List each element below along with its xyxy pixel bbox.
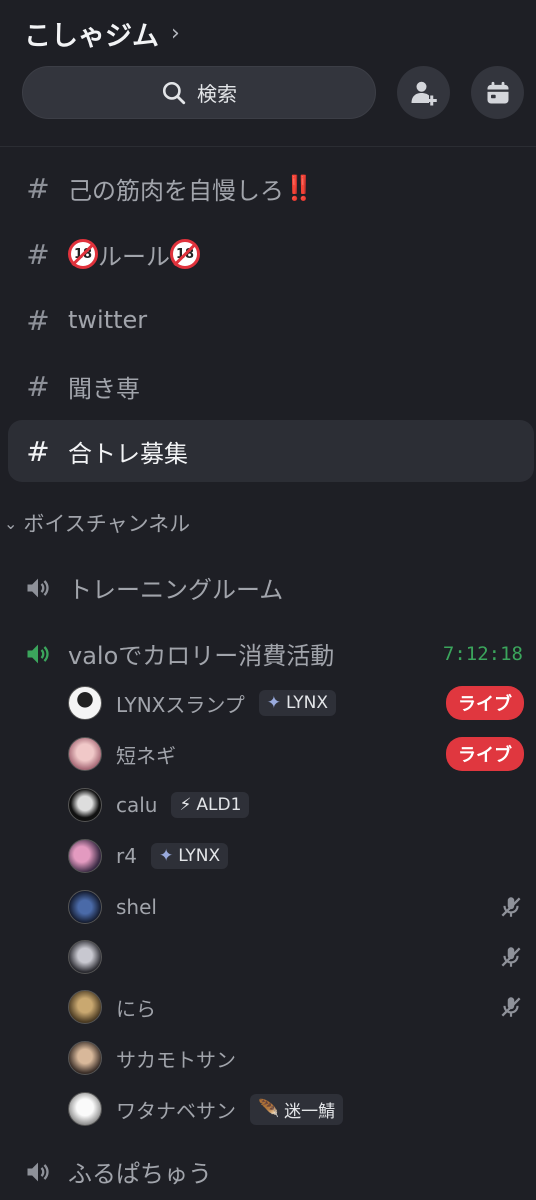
speaker-active-icon [27,644,49,663]
channel-listen-only[interactable]: # 聞き専 [8,355,536,417]
feather-icon: 🪶 [258,1099,280,1119]
server-name: こしゃジム [24,21,159,52]
channel-twitter[interactable]: # twitter [8,289,536,351]
channel-name: ルール [98,242,170,271]
channel-name: twitter [68,306,148,334]
channel-muscle-brag[interactable]: # 己の筋肉を自慢しろ ‼️ [8,157,536,219]
voice-channel-name: valoでカロリー消費活動 [68,642,335,670]
invite-members-button[interactable] [397,66,450,119]
chevron-right-icon: › [171,21,180,46]
avatar [68,940,102,974]
voice-member[interactable]: LYNXスランプ ✦ LYNX ライブ [68,683,526,723]
diamond-icon: ✦ [158,846,174,866]
member-name: shel [116,895,157,919]
muted-mic-icon [501,897,521,917]
voice-member[interactable]: サカモトサン [68,1038,526,1078]
avatar [68,839,102,873]
voice-member[interactable] [68,937,526,977]
channel-name: 聞き専 [68,374,140,403]
category-voice-channels[interactable]: ⌄ ボイスチャンネル [4,508,190,538]
chevron-down-icon: ⌄ [4,513,18,533]
header-divider [0,146,536,147]
server-header[interactable]: こしゃジム › [24,14,180,53]
hash-icon: # [26,237,50,271]
hash-icon: # [26,369,50,403]
search-button[interactable]: 検索 [22,66,376,119]
hash-icon: # [26,434,50,468]
voice-member[interactable]: r4 ✦ LYNX [68,836,526,876]
muted-mic-icon [501,997,521,1017]
voice-member[interactable]: calu ⚡ ALD1 [68,785,526,825]
hash-icon: # [26,171,50,205]
clan-tag: 🪶 迷一鯖 [250,1093,344,1125]
category-label: ボイスチャンネル [23,512,191,536]
member-name: r4 [116,844,137,868]
member-name: にら [116,996,156,1021]
voice-channel-training-room[interactable]: トレーニングルーム [24,570,524,605]
avatar [68,1041,102,1075]
member-name: ワタナベサン [116,1098,236,1123]
avatar [68,737,102,771]
speaker-icon [27,578,49,597]
member-name: 短ネギ [116,743,176,768]
voice-member[interactable]: shel [68,887,526,927]
voice-channel-name: トレーニングルーム [68,576,284,604]
member-name: LYNXスランプ [116,692,245,717]
double-exclamation-icon: ‼️ [284,174,314,202]
live-badge: ライブ [446,686,524,720]
voice-member[interactable]: 短ネギ ライブ [68,734,526,774]
voice-channel-furupachuu[interactable]: ふるぱちゅう [24,1154,524,1189]
no-under-18-icon: 18 [170,239,200,269]
clan-tag: ✦ LYNX [258,690,336,716]
hash-icon: # [26,303,50,337]
add-user-icon [411,81,437,105]
voice-timer: 7:12:18 [442,642,523,665]
avatar [68,1092,102,1126]
clan-tag: ⚡ ALD1 [171,792,250,818]
clan-tag: ✦ LYNX [150,843,229,869]
voice-member[interactable]: にら [68,987,526,1027]
member-name: calu [116,793,158,817]
channel-name: 己の筋肉を自慢しろ [68,176,284,205]
lightning-icon: ⚡ [179,795,192,815]
avatar [68,990,102,1024]
speaker-icon [27,1162,49,1181]
avatar [68,686,102,720]
avatar [68,890,102,924]
live-badge: ライブ [446,737,524,771]
events-button[interactable] [471,66,524,119]
search-icon [162,81,186,104]
muted-mic-icon [501,947,521,967]
calendar-icon [487,81,508,103]
channel-rules[interactable]: # 18 ルール 18 [8,223,536,285]
avatar [68,788,102,822]
member-name: サカモトサン [116,1047,236,1072]
voice-member[interactable]: ワタナベサン 🪶 迷一鯖 [68,1089,526,1129]
diamond-icon: ✦ [266,693,282,713]
channel-name: 合トレ募集 [68,439,188,468]
no-under-18-icon: 18 [68,239,98,269]
voice-channel-valo[interactable]: valoでカロリー消費活動 7:12:18 [24,636,524,671]
voice-channel-name: ふるぱちゅう [68,1160,212,1188]
channel-joint-training[interactable]: # 合トレ募集 [8,420,534,482]
search-label: 検索 [197,82,237,106]
